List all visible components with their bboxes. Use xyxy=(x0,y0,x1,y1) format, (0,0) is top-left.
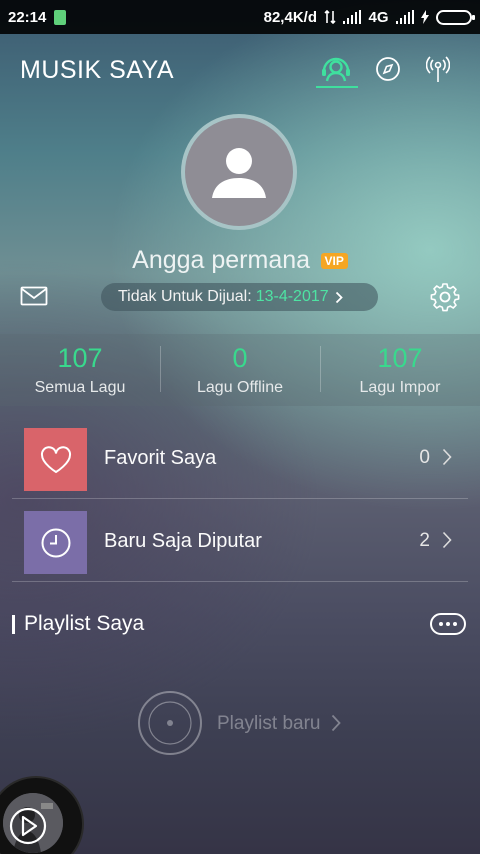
stat-value: 0 xyxy=(232,343,248,373)
vip-badge: VIP xyxy=(320,252,348,269)
subscription-pill[interactable]: Tidak Untuk Dijual: 13-4-2017 xyxy=(101,283,378,311)
chevron-right-icon xyxy=(442,531,452,549)
menu-item-recently-played[interactable]: Baru Saja Diputar 2 xyxy=(12,499,468,582)
sim-card-icon xyxy=(54,9,67,25)
favorites-tile xyxy=(24,428,87,491)
status-time: 22:14 xyxy=(8,8,47,26)
menu-item-label: Favorit Saya xyxy=(104,447,217,469)
subscription-date: 13-4-2017 xyxy=(255,288,329,305)
menu-item-count: 2 xyxy=(419,530,430,551)
gear-icon xyxy=(430,283,460,312)
chevron-right-icon xyxy=(335,291,343,303)
stat-value: 107 xyxy=(377,343,423,373)
section-title: Playlist Saya xyxy=(24,612,145,635)
page-title: MUSIK SAYA xyxy=(20,56,175,84)
header: MUSIK SAYA xyxy=(20,56,460,88)
new-playlist-label: Playlist baru xyxy=(217,713,321,734)
stat-value: 107 xyxy=(57,343,103,373)
settings-button[interactable] xyxy=(430,282,460,317)
vinyl-disc-icon xyxy=(138,691,202,755)
profile-name-row: Angga permana VIP xyxy=(0,246,480,275)
user-icon xyxy=(212,148,266,198)
menu-item-label: Baru Saja Diputar xyxy=(104,530,262,552)
compass-icon xyxy=(376,57,400,81)
dot xyxy=(446,622,450,626)
status-bar: 22:14 82,4K/d 4G xyxy=(0,0,480,34)
username: Angga permana xyxy=(132,246,311,274)
more-options-button[interactable] xyxy=(430,613,466,635)
signal-2-icon xyxy=(395,10,414,24)
stat-label: Lagu Offline xyxy=(197,379,283,396)
tab-radio[interactable] xyxy=(418,52,458,86)
network-type: 4G xyxy=(368,8,389,26)
stat-all-songs[interactable]: 107 Semua Lagu xyxy=(0,334,160,406)
subscription-label: Tidak Untuk Dijual: xyxy=(118,288,252,305)
avatar[interactable] xyxy=(181,114,297,230)
recent-tile xyxy=(24,511,87,574)
stat-imported-songs[interactable]: 107 Lagu Impor xyxy=(320,334,480,406)
section-marker xyxy=(12,615,15,634)
stats-bar: 107 Semua Lagu 0 Lagu Offline 107 Lagu I… xyxy=(0,334,480,406)
network-speed: 82,4K/d xyxy=(263,8,317,26)
headphones-user-icon xyxy=(322,57,350,82)
radio-tower-icon xyxy=(426,56,450,82)
dot xyxy=(453,622,457,626)
playlist-section-header: Playlist Saya xyxy=(12,612,468,638)
chevron-right-icon xyxy=(442,448,452,466)
play-icon[interactable] xyxy=(8,806,48,846)
menu-item-favorites[interactable]: Favorit Saya 0 xyxy=(12,416,468,499)
mail-icon xyxy=(20,286,48,306)
battery-icon xyxy=(436,9,475,25)
data-transfer-icon xyxy=(324,10,336,24)
menu-item-count: 0 xyxy=(419,447,430,468)
stat-label: Lagu Impor xyxy=(359,379,441,396)
heart-icon xyxy=(40,445,71,473)
new-playlist-button[interactable]: Playlist baru xyxy=(137,690,357,756)
chevron-right-icon xyxy=(331,714,341,732)
tab-discover[interactable] xyxy=(368,52,408,86)
charging-icon xyxy=(421,10,429,24)
stat-offline-songs[interactable]: 0 Lagu Offline xyxy=(160,334,320,406)
tab-my-music[interactable] xyxy=(316,52,356,86)
stat-label: Semua Lagu xyxy=(34,379,126,396)
signal-1-icon xyxy=(342,10,362,24)
active-tab-indicator xyxy=(316,86,358,88)
messages-button[interactable] xyxy=(20,286,48,311)
dot xyxy=(439,622,443,626)
clock-icon xyxy=(41,528,70,557)
